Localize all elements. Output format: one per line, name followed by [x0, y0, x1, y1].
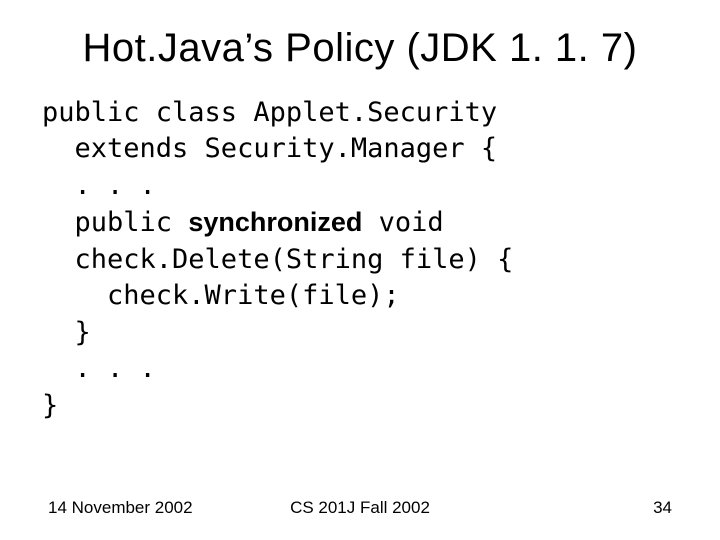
slide: Hot.Java’s Policy (JDK 1. 1. 7) public c…	[0, 0, 720, 540]
code-line-8: . . .	[42, 353, 156, 384]
code-line-6: check.Write(file);	[42, 280, 400, 311]
footer-course: CS 201J Fall 2002	[256, 498, 464, 518]
slide-title: Hot.Java’s Policy (JDK 1. 1. 7)	[48, 26, 672, 71]
code-line-4c: void	[362, 207, 443, 238]
footer-page-number: 34	[464, 498, 672, 518]
code-line-1: public class Applet.Security	[42, 97, 497, 128]
code-line-3: . . .	[42, 170, 156, 201]
code-line-2: extends Security.Manager {	[42, 133, 497, 164]
code-block: public class Applet.Security extends Sec…	[42, 95, 672, 424]
footer-date: 14 November 2002	[48, 498, 256, 518]
code-line-9: }	[42, 390, 58, 421]
code-line-7: }	[42, 317, 91, 348]
footer: 14 November 2002 CS 201J Fall 2002 34	[0, 498, 720, 518]
code-keyword-synchronized: synchronized	[188, 207, 362, 237]
code-line-5: check.Delete(String file) {	[42, 244, 513, 275]
code-line-4a: public	[42, 207, 188, 238]
